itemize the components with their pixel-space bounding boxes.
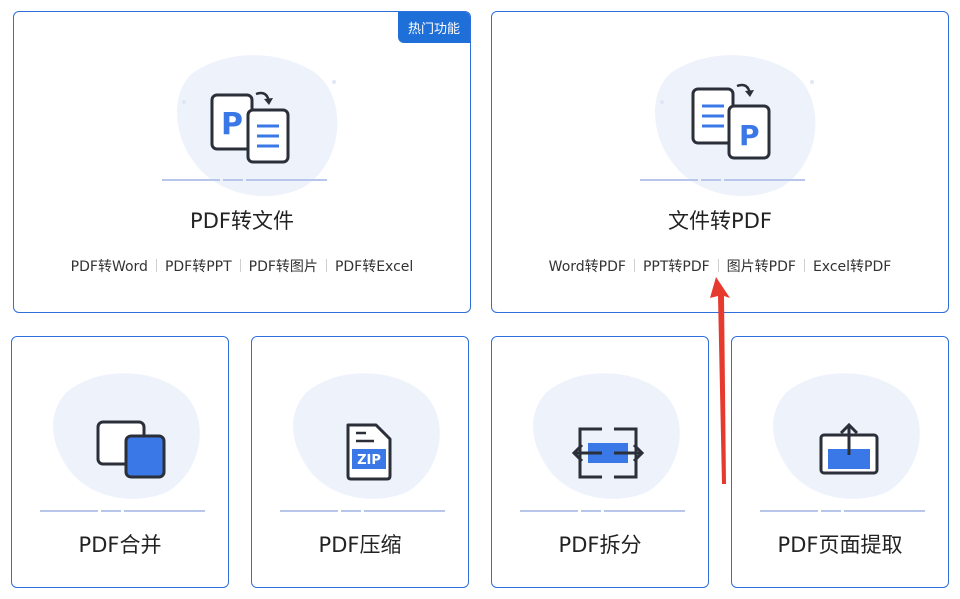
annotation-arrow-icon	[710, 277, 730, 484]
pdf-to-doc-icon: P	[210, 91, 290, 164]
divider	[803, 259, 805, 272]
card-pdf-split[interactable]: PDF拆分	[491, 336, 709, 588]
card-pdf-page-extract[interactable]: PDF页面提取	[731, 336, 949, 588]
card-pdf-compress[interactable]: ZIP PDF压缩	[251, 336, 469, 588]
baseline-dashes	[640, 179, 805, 181]
baseline-dashes	[40, 510, 205, 512]
link-pdf-to-word[interactable]: PDF转Word	[71, 259, 148, 275]
split-arrows-icon	[572, 427, 644, 479]
svg-text:P: P	[739, 119, 760, 152]
doc-to-pdf-icon: P	[691, 83, 771, 160]
merge-pages-icon	[96, 420, 166, 479]
divider	[633, 259, 635, 272]
card-links: PDF转Word PDF转PPT PDF转图片 PDF转Excel	[14, 256, 470, 276]
link-pdf-to-excel[interactable]: PDF转Excel	[335, 259, 413, 275]
card-file-to-pdf[interactable]: P 文件转PDF Word转PDF PPT转PDF 图片转PDF Excel转PDF	[491, 11, 949, 313]
link-pdf-to-image[interactable]: PDF转图片	[249, 259, 318, 275]
baseline-dashes	[760, 510, 925, 512]
baseline-dashes	[162, 179, 327, 181]
card-pdf-merge[interactable]: PDF合并	[11, 336, 229, 588]
link-word-to-pdf[interactable]: Word转PDF	[549, 259, 626, 275]
card-title: PDF合并	[78, 533, 162, 557]
card-title: PDF页面提取	[777, 533, 903, 557]
zip-file-icon: ZIP	[346, 423, 392, 481]
divider	[155, 259, 157, 272]
export-page-icon	[819, 422, 879, 475]
card-pdf-to-file[interactable]: 热门功能 P PDF转文件 PDF转Word PDF转PPT PDF转图片 PDF转E…	[13, 11, 471, 313]
card-title: PDF压缩	[318, 533, 402, 557]
baseline-dashes	[280, 510, 445, 512]
divider	[325, 259, 327, 272]
divider	[717, 259, 719, 272]
card-title: 文件转PDF	[668, 209, 772, 233]
hot-feature-badge: 热门功能	[397, 12, 470, 43]
zip-label: ZIP	[357, 453, 381, 468]
card-title: PDF拆分	[558, 533, 642, 557]
link-excel-to-pdf[interactable]: Excel转PDF	[813, 259, 891, 275]
divider	[239, 259, 241, 272]
card-title: PDF转文件	[190, 209, 294, 233]
svg-text:P: P	[221, 107, 243, 142]
link-pdf-to-ppt[interactable]: PDF转PPT	[165, 259, 232, 275]
baseline-dashes	[520, 510, 685, 512]
